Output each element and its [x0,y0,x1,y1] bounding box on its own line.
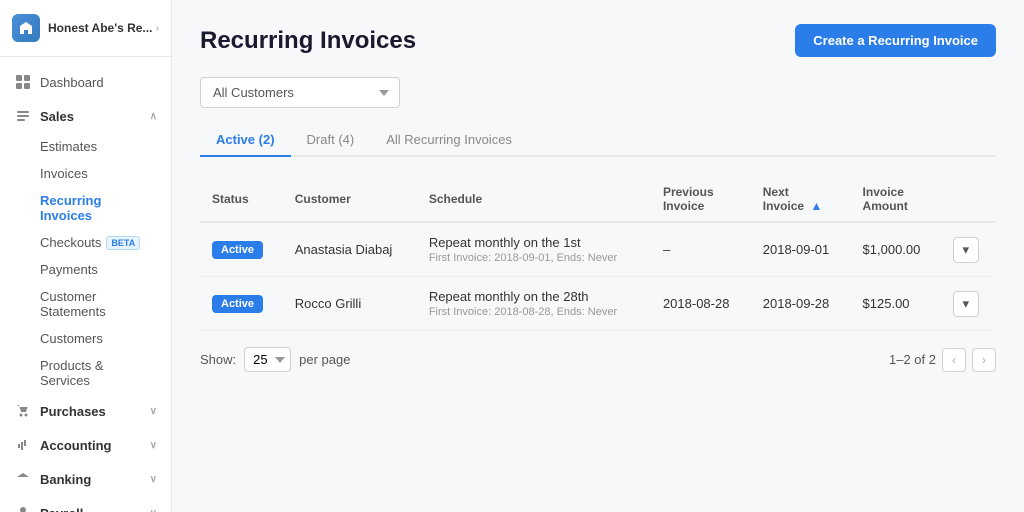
main-content-area: Recurring Invoices Create a Recurring In… [172,0,1024,512]
pagination-prev-button[interactable]: ‹ [942,348,966,372]
sales-icon [14,107,32,125]
create-recurring-invoice-button[interactable]: Create a Recurring Invoice [795,24,996,57]
sidebar-item-payroll[interactable]: Payroll ∨ [0,496,171,512]
products-services-label: Products & Services [40,358,157,388]
dashboard-icon [14,73,32,91]
brand-name: Honest Abe's Re... [48,21,156,35]
row1-action-button[interactable]: ▾ [953,237,979,263]
banking-chevron-icon: ∨ [150,474,157,485]
table-row: Active Rocco Grilli Repeat monthly on th… [200,277,996,331]
sidebar-item-products-services[interactable]: Products & Services [0,352,171,394]
row2-schedule: Repeat monthly on the 28th First Invoice… [417,277,651,331]
per-page-label: per page [299,352,350,367]
payments-label: Payments [40,262,98,277]
recurring-invoices-label: Recurring Invoices [40,193,157,223]
invoices-label: Invoices [40,166,88,181]
dashboard-label: Dashboard [40,75,157,90]
pagination-left: Show: 25 per page [200,347,350,372]
col-schedule: Schedule [417,177,651,222]
beta-badge: BETA [106,236,140,250]
brand-logo [12,14,40,42]
sidebar-item-recurring-invoices[interactable]: Recurring Invoices [0,187,171,229]
payroll-label: Payroll [40,506,150,512]
purchases-label: Purchases [40,404,150,419]
purchases-chevron-icon: ∨ [150,406,157,417]
filter-row: All Customers [200,77,996,108]
estimates-label: Estimates [40,139,97,154]
customers-label: Customers [40,331,103,346]
row2-invoice-amount: $125.00 [851,277,941,331]
payroll-chevron-icon: ∨ [150,508,157,512]
tabs-bar: Active (2) Draft (4) All Recurring Invoi… [200,124,996,157]
row1-status: Active [200,222,283,277]
pagination-info: 1–2 of 2 [889,352,936,367]
row1-customer: Anastasia Diabaj [283,222,417,277]
pagination-row: Show: 25 per page 1–2 of 2 ‹ › [200,347,996,372]
sidebar-item-invoices[interactable]: Invoices [0,160,171,187]
banking-label: Banking [40,472,150,487]
checkouts-label: Checkouts [40,235,101,250]
row2-previous-invoice: 2018-08-28 [651,277,751,331]
customer-statements-label: Customer Statements [40,289,157,319]
show-label: Show: [200,352,236,367]
sidebar-item-estimates[interactable]: Estimates [0,133,171,160]
sidebar-item-sales[interactable]: Sales ∧ [0,99,171,133]
col-actions [941,177,996,222]
brand-chevron-icon: › [156,23,159,34]
table-row: Active Anastasia Diabaj Repeat monthly o… [200,222,996,277]
banking-icon [14,470,32,488]
sales-chevron-icon: ∧ [150,111,157,122]
sidebar-item-customers[interactable]: Customers [0,325,171,352]
row1-schedule: Repeat monthly on the 1st First Invoice:… [417,222,651,277]
row2-action-cell: ▾ [941,277,996,331]
sidebar-item-purchases[interactable]: Purchases ∨ [0,394,171,428]
payroll-icon [14,504,32,512]
sidebar-item-checkouts[interactable]: Checkouts BETA [0,229,171,256]
brand[interactable]: Honest Abe's Re... › [0,0,171,57]
row2-action-button[interactable]: ▾ [953,291,979,317]
sidebar: Honest Abe's Re... › Dashboard Sales ∧ E… [0,0,172,512]
row2-status: Active [200,277,283,331]
col-customer: Customer [283,177,417,222]
tab-all-recurring[interactable]: All Recurring Invoices [370,124,528,157]
tab-draft[interactable]: Draft (4) [291,124,371,157]
row2-next-invoice: 2018-09-28 [751,277,851,331]
pagination-right: 1–2 of 2 ‹ › [889,348,996,372]
accounting-label: Accounting [40,438,150,453]
per-page-select[interactable]: 25 [244,347,291,372]
sales-label: Sales [40,109,150,124]
row1-invoice-amount: $1,000.00 [851,222,941,277]
col-status: Status [200,177,283,222]
col-previous-invoice: PreviousInvoice [651,177,751,222]
accounting-chevron-icon: ∨ [150,440,157,451]
sidebar-item-customer-statements[interactable]: Customer Statements [0,283,171,325]
page-title: Recurring Invoices [200,27,416,55]
page-header: Recurring Invoices Create a Recurring In… [200,24,996,57]
col-next-invoice[interactable]: NextInvoice ▲ [751,177,851,222]
sidebar-item-accounting[interactable]: Accounting ∨ [0,428,171,462]
sidebar-item-payments[interactable]: Payments [0,256,171,283]
tab-active[interactable]: Active (2) [200,124,291,157]
invoices-table: Status Customer Schedule PreviousInvoice… [200,177,996,331]
row2-customer: Rocco Grilli [283,277,417,331]
sidebar-nav: Dashboard Sales ∧ Estimates Invoices Rec… [0,57,171,512]
customer-filter-select[interactable]: All Customers [200,77,400,108]
pagination-next-button[interactable]: › [972,348,996,372]
sidebar-item-dashboard[interactable]: Dashboard [0,65,171,99]
accounting-icon [14,436,32,454]
purchases-icon [14,402,32,420]
sidebar-item-banking[interactable]: Banking ∨ [0,462,171,496]
col-invoice-amount: InvoiceAmount [851,177,941,222]
row1-next-invoice: 2018-09-01 [751,222,851,277]
row1-action-cell: ▾ [941,222,996,277]
row1-previous-invoice: – [651,222,751,277]
